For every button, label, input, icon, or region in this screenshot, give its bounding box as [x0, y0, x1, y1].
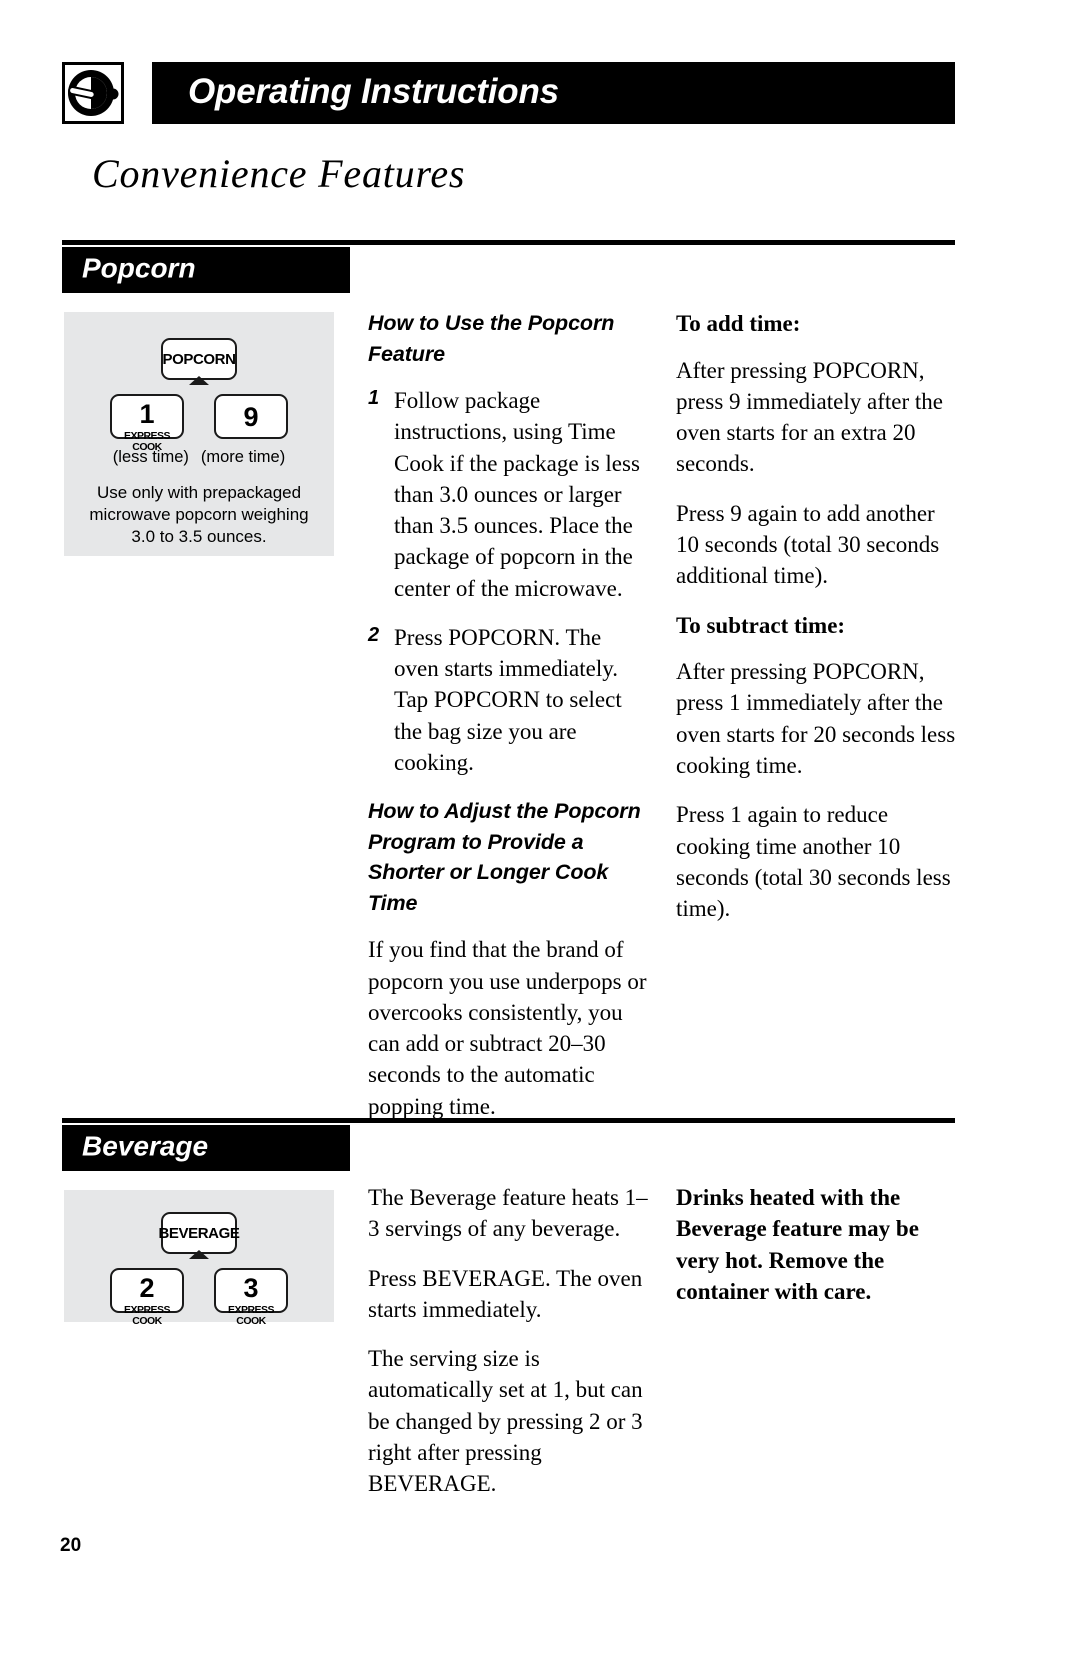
popcorn-step-2-text: Press POPCORN. The oven starts immediate…: [394, 624, 622, 775]
beverage-keypad-illustration: BEVERAGE 2 EXPRESS COOK 3 EXPRESS COOK: [64, 1190, 334, 1326]
popcorn-key-label: POPCORN: [162, 350, 236, 368]
beverage-section-rule: [62, 1118, 955, 1123]
beverage-paragraph-3: The serving size is automatically set at…: [368, 1346, 643, 1497]
beverage-section-label: Beverage: [62, 1125, 350, 1171]
beverage-right-column: Drinks heated with the Beverage feature …: [676, 1182, 958, 1325]
popcorn-key-9-number: 9: [243, 402, 259, 432]
popcorn-section-label-text: Popcorn: [82, 252, 196, 284]
beverage-key-2-number: 2: [139, 1273, 155, 1303]
popcorn-caption-more-time: (more time): [200, 448, 286, 466]
popcorn-step-1: 1 Follow package instructions, using Tim…: [368, 385, 650, 604]
popcorn-adjust-paragraph: If you find that the brand of popcorn yo…: [368, 937, 647, 1119]
beverage-warning: Drinks heated with the Beverage feature …: [676, 1185, 919, 1304]
popcorn-middle-column: How to Use the Popcorn Feature 1 Follow …: [368, 308, 650, 1140]
beverage-key-2-sublabel: EXPRESS COOK: [123, 1304, 171, 1327]
popcorn-keypad-illustration: POPCORN 1 EXPRESS COOK 9 (less time) (mo…: [64, 312, 334, 556]
dial-knob-icon: [62, 62, 124, 124]
beverage-paragraph-2: Press BEVERAGE. The oven starts immediat…: [368, 1265, 643, 1322]
popcorn-key-tab-icon: [189, 376, 209, 385]
popcorn-step-1-text: Follow package instructions, using Time …: [394, 388, 640, 601]
popcorn-adjust-heading: How to Adjust the Popcorn Program to Pro…: [368, 799, 641, 915]
popcorn-add-time-paragraph-1: After pressing POPCORN, press 9 immediat…: [676, 357, 943, 477]
beverage-key-label: BEVERAGE: [158, 1224, 240, 1242]
popcorn-step-2-number: 2: [368, 623, 380, 646]
popcorn-step-1-number: 1: [368, 387, 380, 410]
beverage-section-label-text: Beverage: [82, 1130, 209, 1162]
beverage-key-3-number: 3: [243, 1273, 259, 1303]
popcorn-subtract-time-heading: To subtract time:: [676, 612, 846, 638]
manual-page: Operating Instructions Convenience Featu…: [0, 0, 1080, 1669]
popcorn-key-1-sublabel: EXPRESS COOK: [123, 430, 171, 453]
beverage-key-tab-icon: [189, 1250, 209, 1259]
popcorn-key-9[interactable]: 9: [214, 394, 288, 439]
popcorn-key-1[interactable]: 1 EXPRESS COOK: [110, 394, 184, 452]
popcorn-subtract-time-paragraph-2: Press 1 again to reduce cooking time ano…: [676, 802, 951, 922]
popcorn-section-label: Popcorn: [62, 247, 350, 293]
page-header: Operating Instructions: [62, 62, 955, 124]
beverage-key-3[interactable]: 3 EXPRESS COOK: [214, 1268, 288, 1326]
beverage-middle-column: The Beverage feature heats 1–3 servings …: [368, 1182, 650, 1517]
beverage-key-2[interactable]: 2 EXPRESS COOK: [110, 1268, 184, 1326]
beverage-key[interactable]: BEVERAGE: [158, 1212, 240, 1259]
popcorn-add-time-heading: To add time:: [676, 311, 801, 336]
page-number: 20: [60, 1535, 82, 1556]
popcorn-step-2: 2 Press POPCORN. The oven starts immedia…: [368, 622, 650, 778]
popcorn-key[interactable]: POPCORN: [161, 338, 237, 385]
popcorn-howto-heading: How to Use the Popcorn Feature: [368, 311, 615, 366]
header-title: Operating Instructions: [188, 72, 559, 112]
popcorn-subtract-time-paragraph-1: After pressing POPCORN, press 1 immediat…: [676, 659, 956, 778]
beverage-key-3-sublabel: EXPRESS COOK: [227, 1304, 275, 1327]
header-banner: Operating Instructions: [152, 62, 955, 124]
page-title: Convenience Features: [92, 151, 466, 196]
popcorn-section-rule: [62, 240, 955, 245]
beverage-paragraph-1: The Beverage feature heats 1–3 servings …: [368, 1185, 648, 1242]
popcorn-key-1-number: 1: [139, 399, 155, 429]
popcorn-keypad-note: Use only with prepackaged microwave popc…: [89, 483, 309, 547]
popcorn-right-column: To add time: After pressing POPCORN, pre…: [676, 308, 958, 942]
popcorn-add-time-paragraph-2: Press 9 again to add another 10 seconds …: [676, 500, 940, 589]
